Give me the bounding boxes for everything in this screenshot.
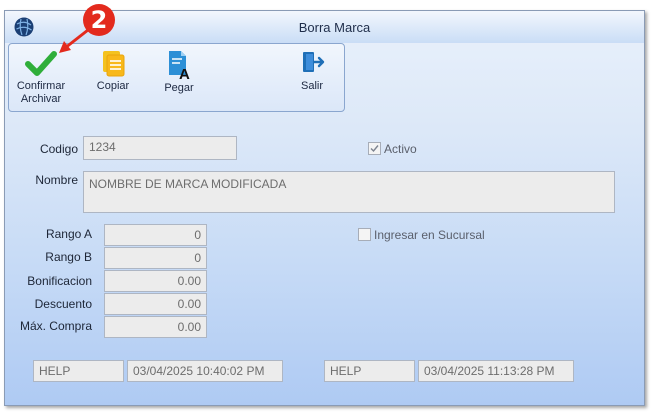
paste-label: Pegar — [164, 82, 194, 94]
created-date-field: 03/04/2025 10:40:02 PM — [127, 360, 283, 382]
modified-user-field: HELP — [324, 360, 415, 382]
activo-checkbox-box — [368, 142, 381, 155]
confirm-label-line2: Archivar — [20, 93, 62, 105]
paste-button[interactable]: A Pegar — [159, 48, 199, 95]
ingresar-sucursal-checkbox-box — [358, 228, 371, 241]
bonificacion-field[interactable]: 0.00 — [104, 270, 207, 292]
dialog-window: Borra Marca Confirmar Archivar Copiar A … — [4, 10, 645, 406]
paste-icon: A — [169, 51, 190, 80]
copy-label: Copiar — [96, 80, 130, 92]
nombre-field[interactable]: NOMBRE DE MARCA MODIFICADA — [83, 171, 615, 213]
descuento-label: Descuento — [34, 297, 92, 311]
rango-b-label: Rango B — [45, 250, 92, 264]
rango-a-field[interactable]: 0 — [104, 224, 207, 246]
activo-label: Activo — [384, 142, 417, 156]
codigo-label: Codigo — [39, 142, 78, 156]
descuento-field[interactable]: 0.00 — [104, 293, 207, 315]
rango-a-label: Rango A — [45, 227, 92, 241]
ingresar-sucursal-label: Ingresar en Sucursal — [374, 228, 485, 242]
max-compra-label: Máx. Compra — [19, 319, 92, 333]
svg-text:A: A — [179, 66, 190, 80]
check-mark-icon — [370, 145, 379, 153]
exit-label: Salir — [300, 80, 323, 92]
exit-button[interactable]: Salir — [294, 48, 330, 93]
bonificacion-label: Bonificacion — [27, 274, 92, 288]
exit-door-icon — [303, 52, 325, 72]
rango-b-field[interactable]: 0 — [104, 247, 207, 269]
step-number-badge: 2 — [83, 4, 115, 36]
nombre-label: Nombre — [35, 173, 78, 187]
created-user-field: HELP — [33, 360, 124, 382]
max-compra-field[interactable]: 0.00 — [104, 316, 207, 338]
ingresar-sucursal-checkbox[interactable]: Ingresar en Sucursal — [358, 228, 485, 242]
codigo-field[interactable]: 1234 — [83, 136, 237, 160]
confirm-label-line1: Confirmar — [16, 80, 66, 92]
activo-checkbox[interactable]: Activo — [368, 142, 417, 156]
modified-date-field: 03/04/2025 11:13:28 PM — [418, 360, 574, 382]
